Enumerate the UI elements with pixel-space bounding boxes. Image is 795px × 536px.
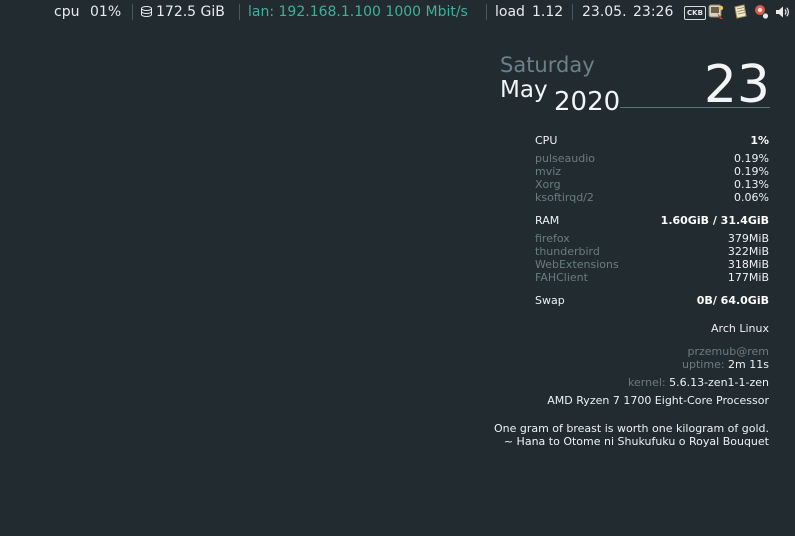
ram-process-value: 177MiB	[727, 271, 769, 284]
ram-process-name: firefox	[535, 232, 570, 245]
date-underline	[620, 107, 770, 108]
kernel-row: kernel: 5.6.13-zen1-1-zen	[628, 376, 769, 389]
quote-text: One gram of breast is worth one kilogram…	[493, 422, 769, 435]
ram-process-value: 379MiB	[727, 232, 769, 245]
cpu-process-value: 0.13%	[734, 178, 769, 191]
kernel-value: 5.6.13-zen1-1-zen	[669, 376, 769, 389]
month-text: May	[500, 77, 548, 103]
cpu-process-name: Xorg	[535, 178, 561, 191]
ram-process-name: FAHClient	[535, 271, 588, 284]
user-host: przemub@rem	[687, 345, 769, 358]
distro-name: Arch Linux	[711, 322, 769, 335]
uptime-label: uptime:	[682, 358, 725, 371]
cpu-process-value: 0.06%	[734, 191, 769, 204]
ram-process-value: 318MiB	[727, 258, 769, 271]
quote-source: ~ Hana to Otome ni Shukufuku o Royal Bou…	[503, 435, 769, 448]
cpu-process-name: mviz	[535, 165, 562, 178]
cpu-section-value: 1%	[750, 134, 769, 147]
cpu-section-label: CPU	[535, 134, 558, 147]
cpu-process-name: pulseaudio	[535, 152, 595, 165]
desktop: cpu 01% 172.5 GiB lan: 192.168.1.100 100…	[0, 0, 795, 536]
swap-section-label: Swap	[535, 294, 565, 307]
cpu-model: AMD Ryzen 7 1700 Eight-Core Processor	[547, 394, 769, 407]
ram-section-value: 1.60GiB / 31.4GiB	[660, 214, 769, 227]
uptime-row: uptime: 2m 11s	[682, 358, 769, 371]
cpu-process-value: 0.19%	[734, 165, 769, 178]
cpu-process-name: ksoftirqd/2	[535, 191, 594, 204]
uptime-value: 2m 11s	[728, 358, 769, 371]
ram-process-name: thunderbird	[535, 245, 600, 258]
year-text: 2020	[554, 87, 621, 117]
ram-section-label: RAM	[535, 214, 560, 227]
kernel-label: kernel:	[628, 376, 666, 389]
ram-process-value: 322MiB	[727, 245, 769, 258]
ram-process-name: WebExtensions	[535, 258, 619, 271]
conky-system-monitor: Saturday May 2020 23 CPU 1% pulseaudio 0…	[0, 0, 795, 536]
swap-section-value: 0B/ 64.0GiB	[696, 294, 769, 307]
weekday-text: Saturday	[500, 53, 595, 77]
cpu-process-value: 0.19%	[734, 152, 769, 165]
